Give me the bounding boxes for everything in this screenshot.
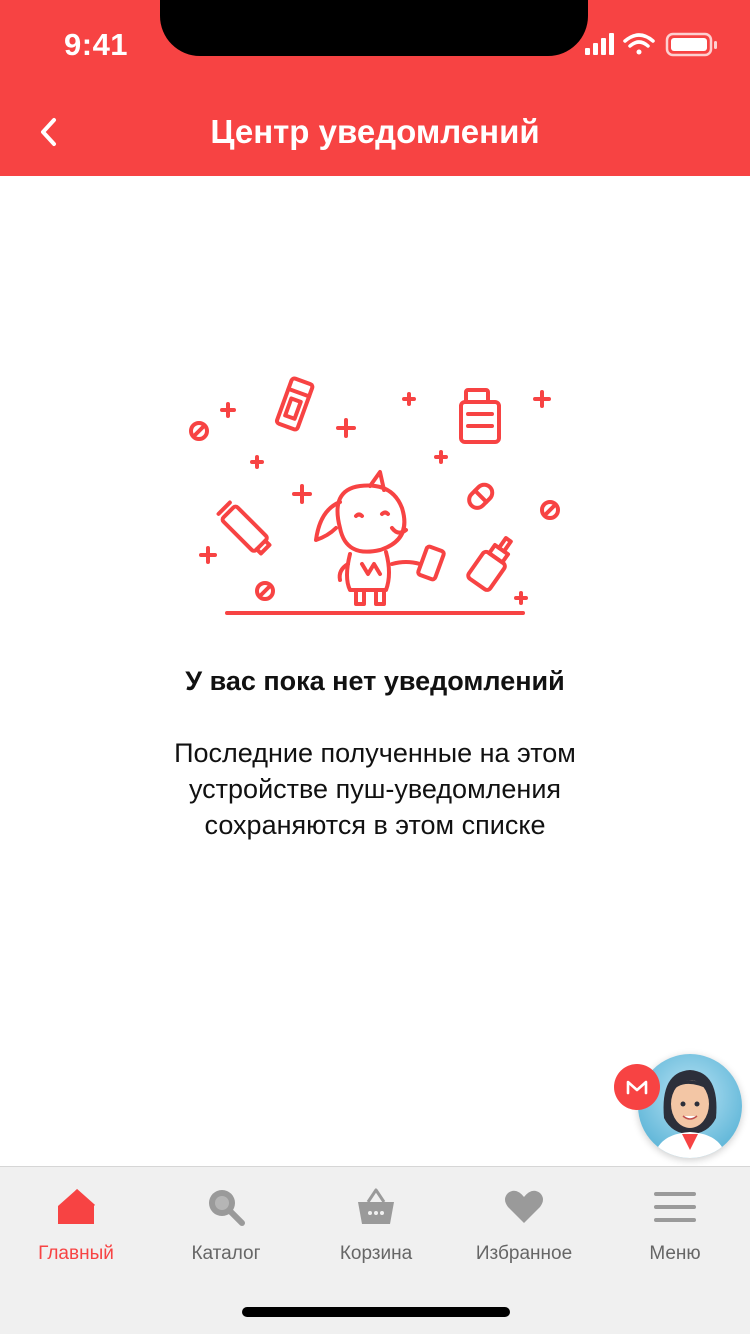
capsule-icon bbox=[467, 482, 495, 510]
heart-icon bbox=[502, 1185, 546, 1229]
plus-icon bbox=[292, 484, 312, 504]
tab-menu[interactable]: Меню bbox=[600, 1185, 750, 1265]
medicine-tube-icon bbox=[274, 376, 315, 432]
search-icon bbox=[204, 1185, 248, 1229]
plus-icon bbox=[336, 418, 356, 438]
tab-cart[interactable]: Корзина bbox=[301, 1185, 451, 1265]
pill-jar-icon bbox=[459, 388, 501, 444]
brand-badge-icon bbox=[614, 1064, 660, 1110]
basket-icon bbox=[354, 1185, 398, 1229]
wifi-icon bbox=[623, 33, 655, 55]
tab-catalog[interactable]: Каталог bbox=[151, 1185, 301, 1265]
status-icons bbox=[585, 32, 717, 57]
home-indicator bbox=[242, 1307, 510, 1317]
tab-label: Главный bbox=[38, 1243, 114, 1264]
plus-icon bbox=[514, 591, 528, 605]
assistant-avatar bbox=[638, 1054, 742, 1158]
tab-favorites[interactable]: Избранное bbox=[449, 1185, 599, 1265]
tab-label: Избранное bbox=[475, 1243, 573, 1264]
plus-icon bbox=[250, 455, 264, 469]
plus-icon bbox=[434, 450, 448, 464]
signal-icon bbox=[585, 33, 614, 55]
page-title: Центр уведомлений bbox=[210, 113, 540, 150]
tab-label: Корзина bbox=[339, 1243, 413, 1264]
home-icon bbox=[54, 1185, 98, 1229]
no-sign-icon bbox=[189, 421, 209, 441]
unicorn-mascot-icon bbox=[314, 470, 446, 606]
empty-state-description: Последние полученные на этом устройстве … bbox=[174, 738, 576, 840]
tab-home[interactable]: Главный bbox=[1, 1185, 151, 1265]
status-time: 9:41 bbox=[64, 27, 129, 62]
ointment-tube-icon bbox=[216, 500, 272, 556]
dropper-bottle-icon bbox=[466, 536, 513, 592]
plus-icon bbox=[220, 402, 236, 418]
plus-icon bbox=[402, 392, 416, 406]
no-sign-icon bbox=[540, 500, 560, 520]
tab-label: Меню bbox=[649, 1243, 701, 1264]
tab-label: Каталог bbox=[191, 1243, 261, 1264]
empty-notifications-illustration bbox=[189, 376, 560, 615]
plus-icon bbox=[199, 546, 217, 564]
assistant-chat-button[interactable] bbox=[610, 1052, 745, 1160]
battery-icon bbox=[665, 32, 717, 57]
no-sign-icon bbox=[255, 581, 275, 601]
empty-state-title: У вас пока нет уведомлений bbox=[185, 666, 565, 696]
app-header: 9:41 Центр уведомлений bbox=[0, 0, 750, 176]
device-notch bbox=[160, 0, 588, 56]
plus-icon bbox=[533, 390, 551, 408]
menu-icon bbox=[653, 1185, 697, 1229]
